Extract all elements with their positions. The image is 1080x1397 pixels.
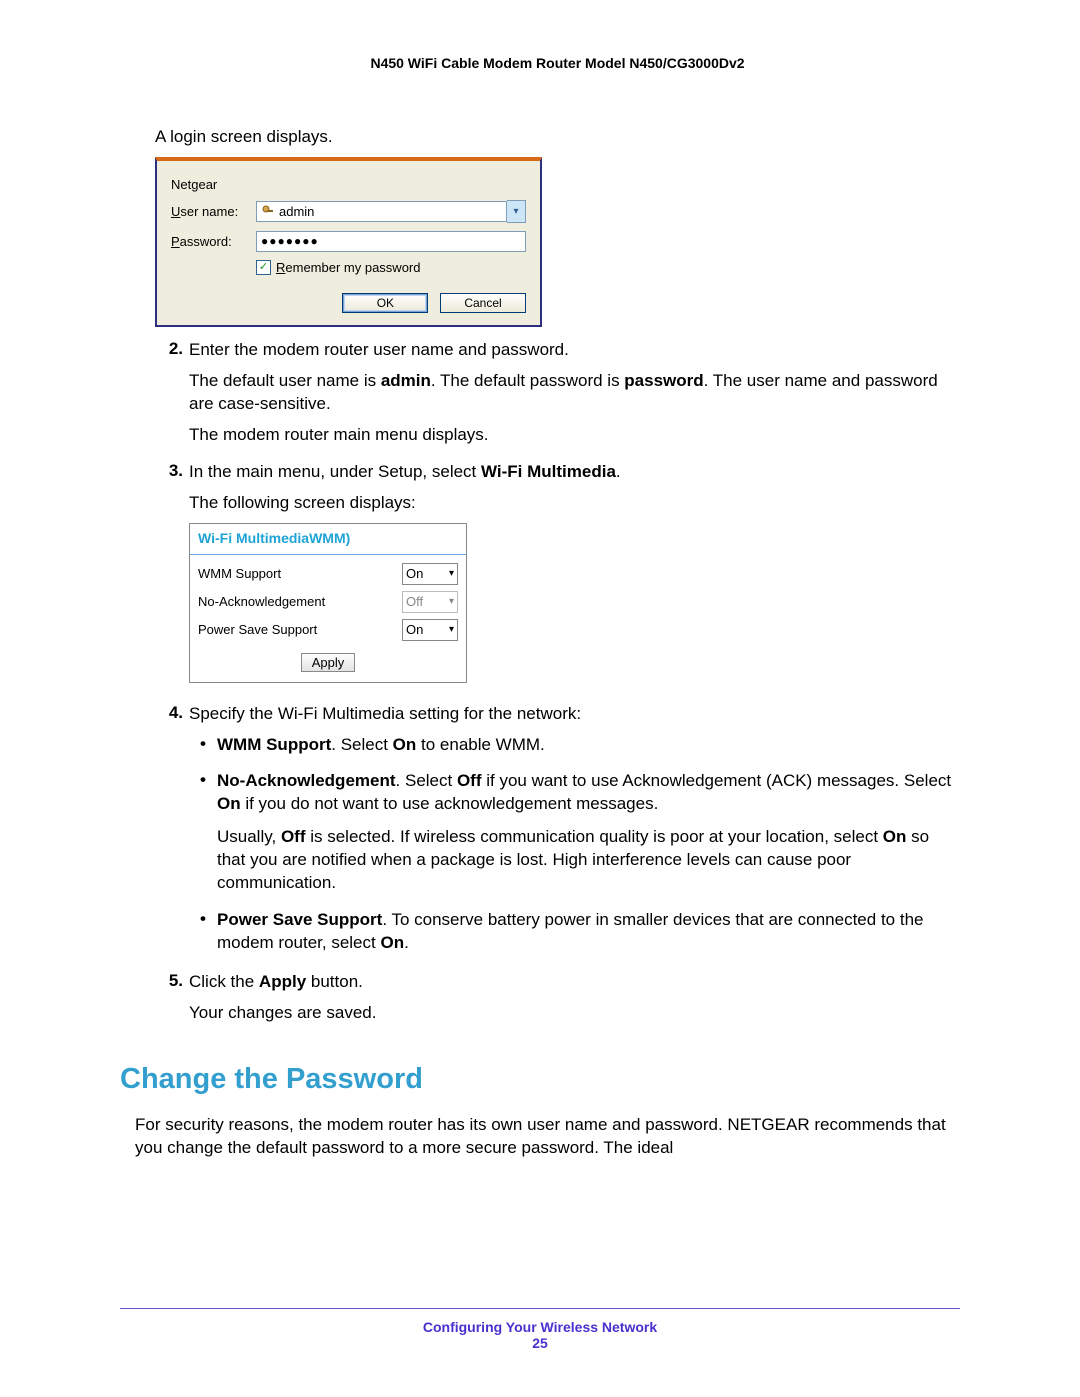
section-heading-change-password: Change the Password bbox=[120, 1063, 960, 1096]
wmm-panel: Wi-Fi MultimediaWMM) WMM Support On▾ No-… bbox=[189, 523, 467, 683]
chevron-down-icon: ▾ bbox=[449, 624, 454, 635]
user-key-icon bbox=[261, 204, 275, 218]
bullet-icon: • bbox=[189, 734, 217, 767]
apply-button[interactable]: Apply bbox=[301, 653, 356, 672]
step5-line2: Your changes are saved. bbox=[189, 1002, 960, 1025]
step-2: 2. Enter the modem router user name and … bbox=[155, 339, 960, 455]
ok-button[interactable]: OK bbox=[342, 293, 428, 313]
step-5: 5. Click the Apply button. Your changes … bbox=[155, 971, 960, 1033]
check-icon: ✓ bbox=[256, 260, 271, 275]
footer-divider bbox=[120, 1308, 960, 1309]
login-username-dropdown[interactable]: ▾ bbox=[507, 200, 526, 223]
wmm-row-label: Power Save Support bbox=[198, 622, 402, 637]
wmm-row-wmm-support: WMM Support On▾ bbox=[198, 563, 458, 585]
login-dialog: Netgear User name: admin ▾ bbox=[155, 157, 542, 327]
wmm-row-label: WMM Support bbox=[198, 566, 402, 581]
step2-line3: The modem router main menu displays. bbox=[189, 424, 960, 447]
wmm-row-power-save: Power Save Support On▾ bbox=[198, 619, 458, 641]
bullet3-text: Power Save Support. To conserve battery … bbox=[217, 909, 960, 955]
step-3: 3. In the main menu, under Setup, select… bbox=[155, 461, 960, 697]
chevron-down-icon: ▾ bbox=[449, 596, 454, 607]
step3-line2: The following screen displays: bbox=[189, 492, 960, 515]
bullet1-text: WMM Support. Select On to enable WMM. bbox=[217, 734, 960, 757]
page-footer: Configuring Your Wireless Network 25 bbox=[120, 1308, 960, 1351]
footer-page-number: 25 bbox=[120, 1335, 960, 1351]
step-number: 2. bbox=[155, 339, 189, 455]
login-remember-checkbox[interactable]: ✓ Remember my password bbox=[256, 260, 526, 275]
step-4: 4. Specify the Wi-Fi Multimedia setting … bbox=[155, 703, 960, 965]
step-number: 3. bbox=[155, 461, 189, 697]
section-paragraph: For security reasons, the modem router h… bbox=[135, 1114, 960, 1160]
login-remember-label: Remember my password bbox=[276, 260, 421, 275]
bullet-no-ack: • No-Acknowledgement. Select Off if you … bbox=[189, 770, 960, 905]
bullet2-p2: Usually, Off is selected. If wireless co… bbox=[217, 826, 960, 895]
step-number: 4. bbox=[155, 703, 189, 965]
bullet-icon: • bbox=[189, 770, 217, 905]
footer-chapter: Configuring Your Wireless Network bbox=[120, 1319, 960, 1335]
login-password-input[interactable]: ●●●●●●● bbox=[256, 231, 526, 252]
bullet-icon: • bbox=[189, 909, 217, 965]
login-password-label: Password: bbox=[171, 234, 256, 249]
login-username-input[interactable]: admin bbox=[256, 201, 507, 222]
login-brand: Netgear bbox=[171, 177, 217, 192]
bullet2-p1: No-Acknowledgement. Select Off if you wa… bbox=[217, 770, 960, 816]
wmm-row-no-ack: No-Acknowledgement Off▾ bbox=[198, 591, 458, 613]
wmm-support-select[interactable]: On▾ bbox=[402, 563, 458, 585]
no-ack-select[interactable]: Off▾ bbox=[402, 591, 458, 613]
step-number: 5. bbox=[155, 971, 189, 1033]
bullet-power-save: • Power Save Support. To conserve batter… bbox=[189, 909, 960, 965]
step4-intro: Specify the Wi-Fi Multimedia setting for… bbox=[189, 703, 960, 726]
chevron-down-icon: ▾ bbox=[449, 568, 454, 579]
cancel-button[interactable]: Cancel bbox=[440, 293, 526, 313]
login-username-label: User name: bbox=[171, 204, 256, 219]
power-save-select[interactable]: On▾ bbox=[402, 619, 458, 641]
login-username-value: admin bbox=[279, 204, 314, 219]
wmm-panel-title: Wi-Fi MultimediaWMM) bbox=[190, 524, 466, 548]
step2-line1: Enter the modem router user name and pas… bbox=[189, 339, 960, 362]
bullet-wmm-support: • WMM Support. Select On to enable WMM. bbox=[189, 734, 960, 767]
step5-line1: Click the Apply button. bbox=[189, 971, 960, 994]
page-header-title: N450 WiFi Cable Modem Router Model N450/… bbox=[155, 55, 960, 71]
step2-para2: The default user name is admin. The defa… bbox=[189, 370, 960, 416]
wmm-row-label: No-Acknowledgement bbox=[198, 594, 402, 609]
login-password-value: ●●●●●●● bbox=[261, 234, 319, 248]
intro-text: A login screen displays. bbox=[155, 126, 960, 149]
step3-line1: In the main menu, under Setup, select Wi… bbox=[189, 461, 960, 484]
